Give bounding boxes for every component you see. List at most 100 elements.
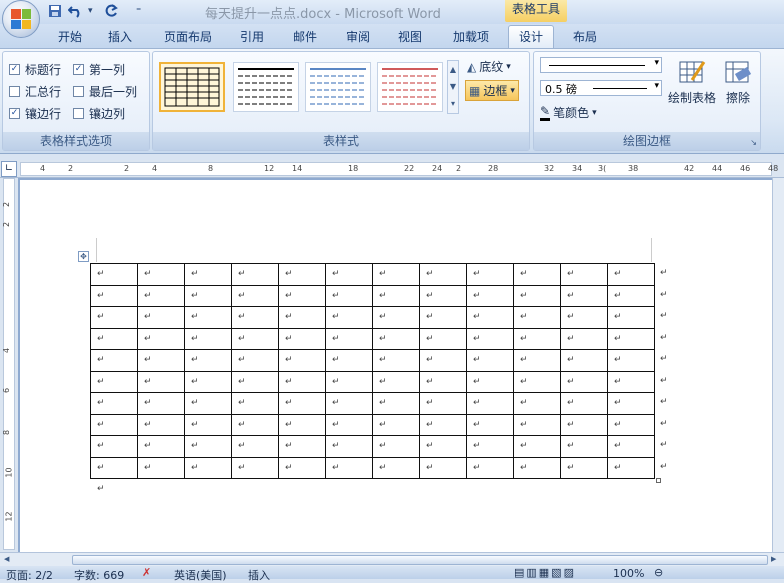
table-cell[interactable]: ↵	[372, 263, 420, 286]
table-resize-handle[interactable]	[656, 478, 661, 483]
table-cell[interactable]: ↵	[90, 263, 138, 286]
table-cell[interactable]: ↵	[607, 306, 655, 329]
table-cell[interactable]: ↵	[560, 327, 608, 350]
customize-qat-icon[interactable]: ⁼	[136, 3, 141, 19]
table-cell[interactable]: ↵	[90, 327, 138, 350]
last-column-option[interactable]: 最后一列	[73, 83, 137, 100]
table-cell[interactable]: ↵	[372, 413, 420, 436]
table-cell[interactable]: ↵	[278, 435, 326, 458]
view-buttons-icon[interactable]: ▤▥▦▧▨	[514, 566, 576, 579]
tab-layout[interactable]: 布局	[565, 28, 605, 48]
table-cell[interactable]: ↵	[372, 456, 420, 479]
word-count[interactable]: 字数: 669	[74, 567, 124, 583]
table-cell[interactable]: ↵	[466, 392, 514, 415]
table-cell[interactable]: ↵	[184, 435, 232, 458]
table-cell[interactable]: ↵	[607, 370, 655, 393]
table-cell[interactable]: ↵	[466, 413, 514, 436]
total-row-option[interactable]: 汇总行	[9, 83, 61, 100]
table-cell[interactable]: ↵	[513, 456, 561, 479]
tab-addins[interactable]: 加载项	[444, 28, 498, 48]
table-cell[interactable]: ↵	[466, 327, 514, 350]
table-cell[interactable]: ↵	[325, 349, 373, 372]
table-cell[interactable]: ↵	[231, 456, 279, 479]
table-cell[interactable]: ↵	[466, 263, 514, 286]
table-cell[interactable]: ↵	[419, 306, 467, 329]
table-cell[interactable]: ↵	[607, 392, 655, 415]
table-cell[interactable]: ↵	[278, 327, 326, 350]
table-cell[interactable]: ↵	[184, 306, 232, 329]
table-cell[interactable]: ↵	[137, 456, 185, 479]
zoom-out-icon[interactable]: ⊖	[654, 566, 663, 579]
table-cell[interactable]: ↵	[90, 435, 138, 458]
borders-button[interactable]: ▦ 边框 ▾	[465, 80, 519, 101]
table-cell[interactable]: ↵	[137, 349, 185, 372]
banded-rows-option[interactable]: ✓ 镶边行	[9, 105, 61, 122]
table-cell[interactable]: ↵	[325, 435, 373, 458]
line-weight-dropdown[interactable]: 0.5 磅 ▾	[540, 80, 662, 96]
table-cell[interactable]: ↵	[513, 263, 561, 286]
table-cell[interactable]: ↵	[137, 327, 185, 350]
table-cell[interactable]: ↵	[466, 349, 514, 372]
table-cell[interactable]: ↵	[607, 263, 655, 286]
eraser-button[interactable]: 擦除	[718, 58, 758, 118]
table-cell[interactable]: ↵	[231, 263, 279, 286]
table-style-blue-list[interactable]	[305, 62, 371, 112]
table-cell[interactable]: ↵	[607, 456, 655, 479]
table-cell[interactable]: ↵	[137, 370, 185, 393]
table-cell[interactable]: ↵	[513, 392, 561, 415]
table-cell[interactable]: ↵	[513, 284, 561, 307]
table-cell[interactable]: ↵	[419, 327, 467, 350]
table-cell[interactable]: ↵	[466, 284, 514, 307]
table-cell[interactable]: ↵	[278, 413, 326, 436]
tab-page-layout[interactable]: 页面布局	[156, 28, 220, 48]
tab-references[interactable]: 引用	[232, 28, 272, 48]
table-cell[interactable]: ↵	[560, 413, 608, 436]
table-cell[interactable]: ↵	[90, 392, 138, 415]
table-cell[interactable]: ↵	[184, 392, 232, 415]
table-cell[interactable]: ↵	[90, 284, 138, 307]
table-cell[interactable]: ↵	[231, 370, 279, 393]
banded-columns-option[interactable]: 镶边列	[73, 105, 125, 122]
table-cell[interactable]: ↵	[278, 306, 326, 329]
table-cell[interactable]: ↵	[607, 284, 655, 307]
table-cell[interactable]: ↵	[560, 435, 608, 458]
table-cell[interactable]: ↵	[372, 392, 420, 415]
insert-mode[interactable]: 插入	[248, 567, 270, 583]
table-cell[interactable]: ↵	[278, 370, 326, 393]
zoom-level[interactable]: 100%	[613, 567, 644, 580]
table-cell[interactable]: ↵	[231, 435, 279, 458]
shading-button[interactable]: ◭ 底纹 ▾	[467, 58, 511, 75]
table-cell[interactable]: ↵	[419, 456, 467, 479]
table-cell[interactable]: ↵	[419, 349, 467, 372]
tab-design[interactable]: 设计	[508, 25, 554, 48]
table-cell[interactable]: ↵	[184, 263, 232, 286]
table-cell[interactable]: ↵	[325, 306, 373, 329]
save-icon[interactable]	[48, 3, 62, 19]
table-cell[interactable]: ↵	[231, 327, 279, 350]
table-cell[interactable]: ↵	[372, 349, 420, 372]
document-table[interactable]: ↵ ↵ ↵ ↵ ↵ ↵ ↵ ↵ ↵ ↵ ↵ ↵ ↵ ↵ ↵ ↵ ↵ ↵ ↵ ↵ ↵ ↵ ↵ ↵ ↵ ↵ ↵ ↵ ↵ ↵ ↵ ↵ ↵ ↵ ↵ ↵ ↵ ↵ ↵ ↵…	[90, 263, 655, 479]
table-cell[interactable]: ↵	[231, 284, 279, 307]
first-column-option[interactable]: ✓ 第一列	[73, 61, 125, 78]
table-cell[interactable]: ↵	[231, 306, 279, 329]
table-cell[interactable]: ↵	[372, 370, 420, 393]
horizontal-scrollbar[interactable]: ◀ ▶	[0, 552, 784, 566]
scroll-left-icon[interactable]: ◀	[4, 555, 12, 564]
office-button[interactable]	[2, 0, 40, 38]
table-cell[interactable]: ↵	[137, 263, 185, 286]
tab-review[interactable]: 审阅	[338, 28, 378, 48]
table-cell[interactable]: ↵	[372, 284, 420, 307]
undo-icon[interactable]	[68, 3, 84, 19]
table-cell[interactable]: ↵	[90, 456, 138, 479]
table-cell[interactable]: ↵	[607, 413, 655, 436]
table-cell[interactable]: ↵	[137, 284, 185, 307]
table-cell[interactable]: ↵	[90, 349, 138, 372]
proofing-error-icon[interactable]: ✗	[142, 566, 151, 579]
table-cell[interactable]: ↵	[231, 413, 279, 436]
table-cell[interactable]: ↵	[560, 349, 608, 372]
table-cell[interactable]: ↵	[184, 370, 232, 393]
table-cell[interactable]: ↵	[278, 456, 326, 479]
table-cell[interactable]: ↵	[513, 413, 561, 436]
table-cell[interactable]: ↵	[231, 349, 279, 372]
vertical-scrollbar[interactable]	[772, 178, 784, 552]
